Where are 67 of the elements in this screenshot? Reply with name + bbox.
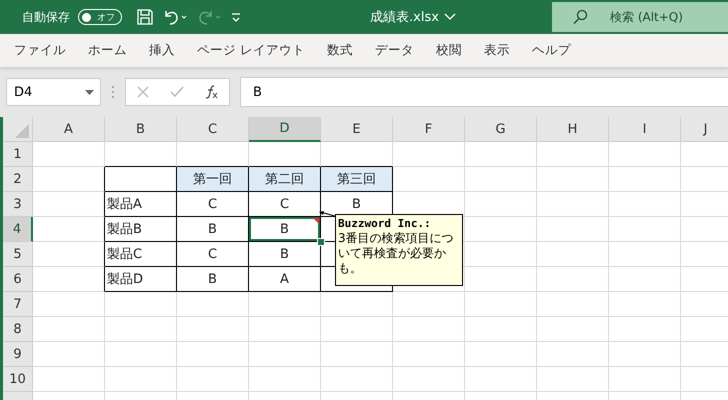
ribbon-tab[interactable]: データ xyxy=(366,42,423,59)
table-cell[interactable]: 第三回 xyxy=(321,167,393,192)
table-cell[interactable]: 第一回 xyxy=(177,167,249,192)
column-header[interactable]: H xyxy=(537,117,609,142)
grid-cell[interactable] xyxy=(33,167,105,192)
ribbon-tab[interactable]: 挿入 xyxy=(140,42,184,59)
row-header[interactable]: 7 xyxy=(3,292,33,317)
grid-cell[interactable] xyxy=(33,192,105,217)
formula-field[interactable]: B xyxy=(240,77,728,107)
column-header[interactable]: F xyxy=(393,117,465,142)
column-header[interactable]: C xyxy=(177,117,249,142)
table-cell[interactable]: B xyxy=(177,267,249,292)
column-header[interactable]: G xyxy=(465,117,537,142)
file-name[interactable]: 成績表.xlsx xyxy=(370,8,456,26)
table-cell[interactable]: A xyxy=(249,267,321,292)
table-cell[interactable]: C xyxy=(177,242,249,267)
select-all-corner[interactable] xyxy=(3,117,33,142)
name-box[interactable]: D4 xyxy=(6,78,101,106)
comment-indicator-icon xyxy=(313,218,319,224)
autosave-toggle[interactable]: オフ xyxy=(78,9,122,25)
ribbon-tab[interactable]: ファイル xyxy=(5,42,75,59)
cancel-icon[interactable] xyxy=(136,86,148,98)
corner-triangle-icon xyxy=(15,124,29,138)
grid-cell[interactable] xyxy=(33,242,105,267)
column-header[interactable]: B xyxy=(105,117,177,142)
table-cell[interactable]: 製品D xyxy=(105,267,177,292)
fill-handle[interactable] xyxy=(317,238,325,246)
save-icon[interactable] xyxy=(136,8,154,26)
ribbon-tab[interactable]: 数式 xyxy=(318,42,362,59)
search-field[interactable]: 検索 (Alt+Q) xyxy=(552,2,728,32)
enter-icon[interactable] xyxy=(170,86,184,98)
table-cell[interactable]: B xyxy=(177,217,249,242)
table-cell[interactable]: C xyxy=(249,192,321,217)
ribbon-tab[interactable]: 表示 xyxy=(474,42,519,59)
chevron-icon xyxy=(444,13,456,21)
ribbon-tab[interactable]: ページ レイアウト xyxy=(188,42,314,59)
dropdown-icon xyxy=(85,90,94,94)
column-header[interactable]: J xyxy=(681,117,728,142)
grip-icon xyxy=(111,85,115,99)
table-cell[interactable]: 製品B xyxy=(105,217,177,242)
grid-cell[interactable] xyxy=(33,267,105,292)
column-header[interactable]: E xyxy=(321,117,393,142)
row-header[interactable]: 6 xyxy=(3,267,33,292)
autosave-label: 自動保存 xyxy=(22,8,70,26)
row-header[interactable]: 1 xyxy=(3,142,33,167)
row-header[interactable]: 9 xyxy=(3,342,33,367)
row-header[interactable]: 3 xyxy=(3,192,33,217)
column-header[interactable]: D xyxy=(249,117,321,142)
table-cell[interactable]: B xyxy=(249,217,321,242)
ribbon-tab[interactable]: ヘルプ xyxy=(522,42,580,59)
table-cell[interactable]: 第二回 xyxy=(249,167,321,192)
row-header[interactable]: 4 xyxy=(3,217,33,242)
row-header[interactable]: 5 xyxy=(3,242,33,267)
column-header[interactable]: I xyxy=(609,117,681,142)
ribbon-tab[interactable]: ホーム xyxy=(79,42,136,59)
comment-author: Buzzword Inc.: xyxy=(338,216,432,231)
column-header[interactable]: A xyxy=(33,117,105,142)
row-header[interactable]: 8 xyxy=(3,317,33,342)
table-cell[interactable]: 製品C xyxy=(105,242,177,267)
table-cell[interactable]: 製品A xyxy=(105,192,177,217)
comment-text: 3番目の検索項目について再検査が必要かも。 xyxy=(338,231,455,276)
ribbon-tab[interactable]: 校閲 xyxy=(426,42,471,59)
table-cell[interactable]: C xyxy=(177,192,249,217)
function-icon[interactable] xyxy=(204,85,218,99)
grid-cell[interactable] xyxy=(33,217,105,242)
row-header[interactable]: 2 xyxy=(3,167,33,192)
row-header[interactable]: 10 xyxy=(3,367,33,392)
